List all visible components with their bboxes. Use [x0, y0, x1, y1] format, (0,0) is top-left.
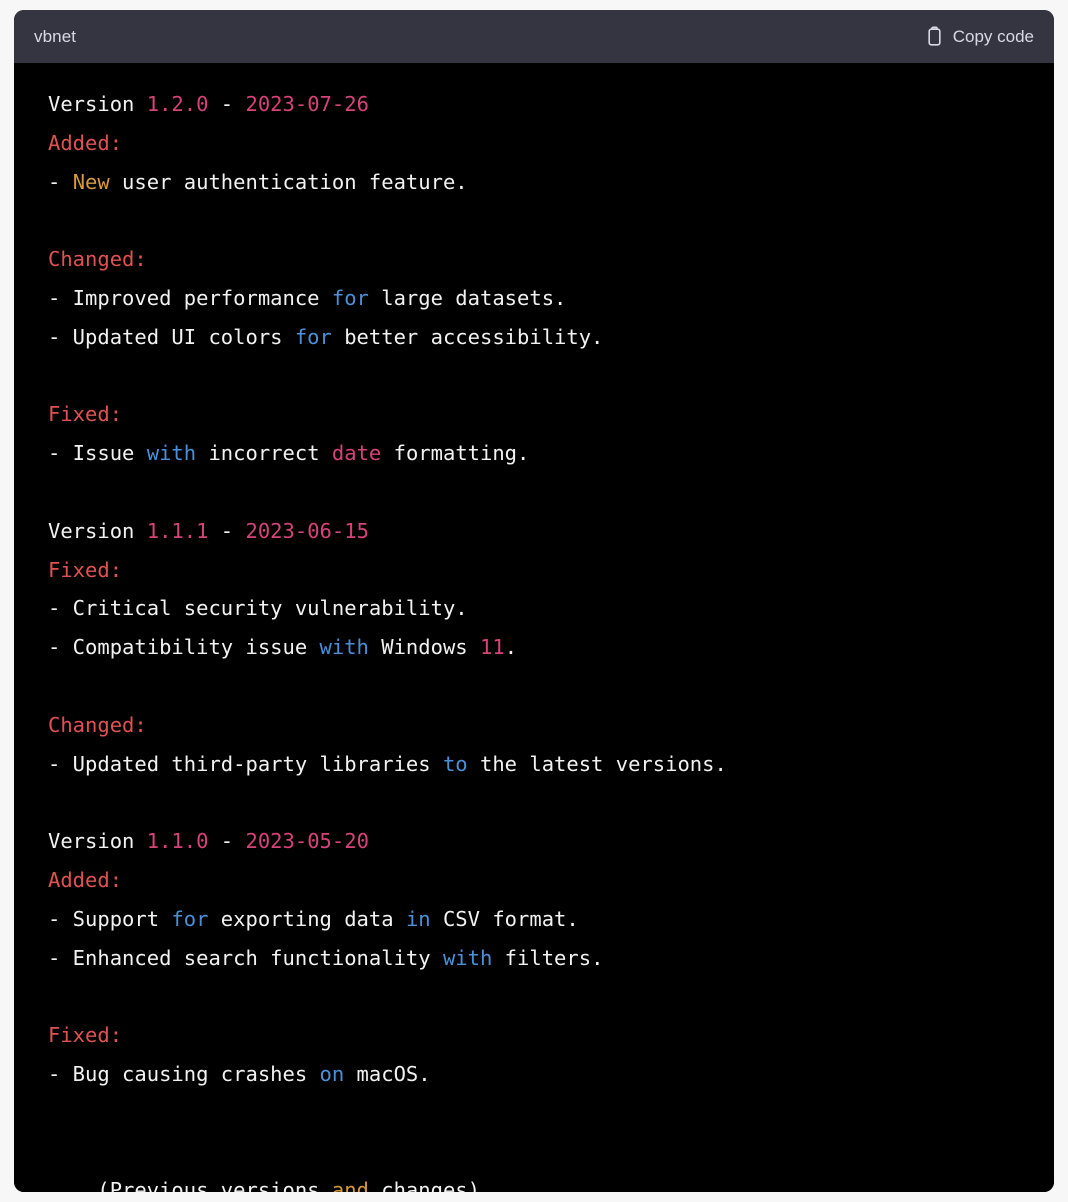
code-block-body: Version 1.2.0 - 2023-07-26 Added: - New … [14, 63, 1054, 1192]
code-token-keyword: for [294, 324, 332, 349]
code-token-plain: - Improved performance [48, 285, 332, 310]
code-line: Version 1.1.1 - 2023-06-15 [48, 519, 369, 543]
code-token-keyword: for [331, 285, 369, 310]
code-token-plain: Version [48, 518, 147, 543]
code-token-section: Added: [48, 130, 123, 155]
code-line: Version 1.1.0 - 2023-05-20 [48, 829, 369, 853]
code-token-plain: - Enhanced search functionality [48, 945, 443, 970]
code-token-plain: exporting data [208, 906, 406, 931]
code-token-builtin: date [331, 441, 382, 466]
code-token-section: Added: [48, 867, 123, 892]
code-token-plain: - Updated third-party libraries [48, 751, 443, 776]
code-token-plain: Windows [368, 635, 480, 660]
code-line: Fixed: [48, 402, 122, 426]
code-line: Fixed: [48, 558, 122, 582]
code-token-plain: the latest versions. [467, 751, 727, 776]
code-token-number: 11 [480, 635, 505, 660]
code-line: - Support for exporting data in CSV form… [48, 907, 579, 931]
code-line: Changed: [48, 713, 147, 737]
code-token-plain: filters. [492, 945, 604, 970]
code-line: Version 1.2.0 - 2023-07-26 [48, 92, 369, 116]
code-token-plain: Version [48, 92, 147, 116]
code-token-plain: incorrect [196, 441, 332, 466]
code-token-plain: - Critical security vulnerability. [48, 596, 468, 621]
code-token-plain: changes) ... [368, 1178, 530, 1192]
copy-code-label: Copy code [952, 26, 1034, 46]
code-line: - Enhanced search functionality with fil… [48, 946, 603, 970]
code-token-number: 1.1.1 [146, 518, 209, 543]
code-token-plain: Version [48, 829, 147, 854]
code-token-section: Changed: [48, 712, 147, 737]
code-token-plain: - [208, 92, 246, 116]
code-token-keyword: in [405, 906, 431, 931]
code-line: Added: [48, 131, 122, 155]
code-token-keyword: with [442, 945, 493, 970]
code-content[interactable]: Version 1.2.0 - 2023-07-26 Added: - New … [14, 85, 1054, 1192]
code-line: - Updated UI colors for better accessibi… [48, 325, 603, 349]
code-token-plain: - Updated UI colors [48, 324, 295, 349]
code-token-number: 2023-06-15 [245, 518, 369, 543]
code-token-plain: - Support [48, 906, 172, 931]
code-token-plain: user authentication feature. [109, 169, 468, 194]
code-token-plain: - [208, 829, 246, 854]
code-token-keyword: with [146, 441, 197, 466]
code-line: - Updated third-party libraries to the l… [48, 752, 727, 776]
code-token-literal: New [72, 169, 110, 194]
code-token-plain: CSV format. [430, 906, 579, 931]
code-line: Changed: [48, 247, 147, 271]
code-token-keyword: to [442, 751, 468, 776]
code-token-number: 1.2.0 [146, 92, 209, 116]
code-line: Added: [48, 868, 122, 892]
code-token-plain: ... (Previous versions [48, 1178, 332, 1192]
code-token-section: Fixed: [48, 557, 123, 582]
code-line: Fixed: [48, 1023, 122, 1047]
code-token-plain: - Bug causing crashes [48, 1061, 320, 1086]
code-line: - Improved performance for large dataset… [48, 286, 566, 310]
clipboard-icon [925, 26, 944, 47]
code-token-plain: formatting. [381, 441, 530, 466]
code-token-number: 2023-07-26 [245, 92, 369, 116]
language-label: vbnet [34, 26, 77, 46]
code-line: - Critical security vulnerability. [48, 596, 468, 620]
code-token-section: Changed: [48, 247, 147, 272]
copy-code-button[interactable]: Copy code [925, 26, 1034, 47]
code-line: - Issue with incorrect date formatting. [48, 441, 529, 465]
code-block-header: vbnet Copy code [14, 10, 1054, 63]
code-token-plain: - Issue [48, 441, 147, 466]
code-token-plain: . [504, 635, 518, 660]
code-token-literal: and [331, 1178, 369, 1192]
code-token-plain: - [48, 169, 73, 194]
code-token-plain: - [208, 518, 246, 543]
code-block: vbnet Copy code Version 1.2.0 - 2023-07-… [14, 10, 1054, 1192]
code-token-plain: large datasets. [368, 285, 567, 310]
code-token-number: 1.1.0 [146, 829, 209, 854]
code-line: - New user authentication feature. [48, 170, 468, 194]
code-token-plain: better accessibility. [331, 324, 604, 349]
code-line: - Bug causing crashes on macOS. [48, 1062, 431, 1086]
code-token-number: 2023-05-20 [245, 829, 369, 854]
code-token-section: Fixed: [48, 1023, 123, 1048]
code-token-keyword: on [319, 1061, 345, 1086]
code-token-plain: macOS. [344, 1061, 431, 1086]
code-line: - Compatibility issue with Windows 11. [48, 635, 517, 659]
code-token-keyword: with [319, 635, 369, 660]
code-token-section: Fixed: [48, 402, 123, 427]
code-token-keyword: for [171, 906, 209, 931]
code-line: ... (Previous versions and changes) ... [48, 1178, 529, 1192]
code-token-plain: - Compatibility issue [48, 635, 320, 660]
